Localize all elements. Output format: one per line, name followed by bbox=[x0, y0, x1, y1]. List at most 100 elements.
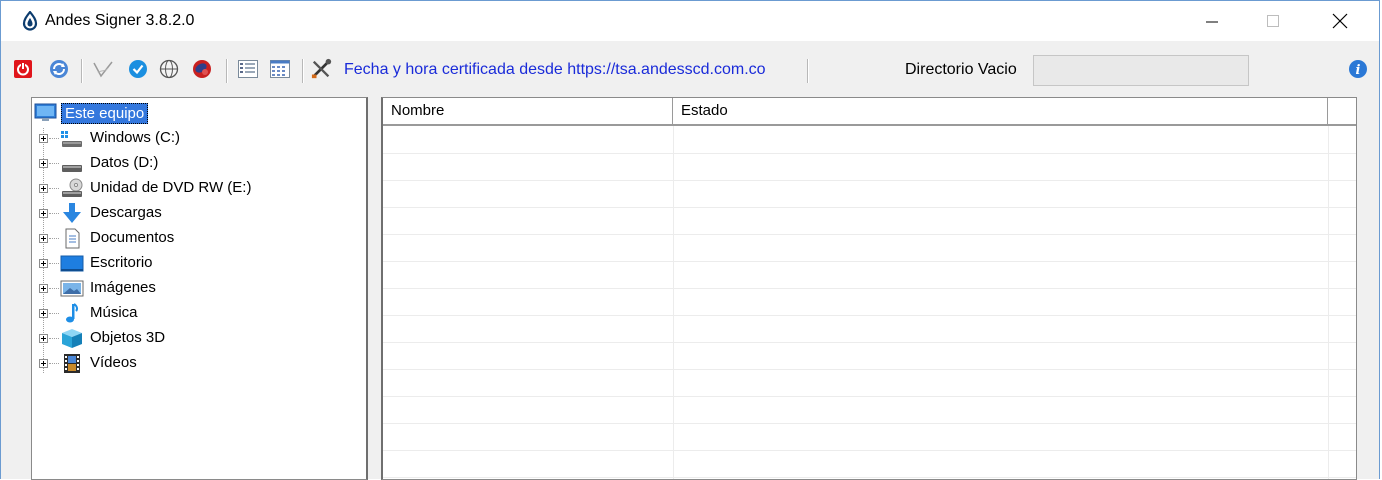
expand-icon[interactable] bbox=[39, 284, 48, 293]
drive-icon bbox=[62, 165, 82, 172]
tree-item-label: Descargas bbox=[90, 204, 162, 221]
music-note-icon bbox=[66, 303, 79, 323]
grid-row-line bbox=[383, 261, 1356, 262]
tree-connector bbox=[49, 338, 59, 339]
film-icon bbox=[64, 354, 80, 373]
tree-item-label: Imágenes bbox=[90, 279, 156, 296]
tsa-link[interactable]: Fecha y hora certificada desde https://t… bbox=[344, 61, 766, 79]
svg-text:i: i bbox=[1356, 63, 1361, 78]
computer-icon bbox=[34, 103, 57, 121]
directory-field[interactable] bbox=[1033, 55, 1249, 86]
grid-row-line bbox=[383, 153, 1356, 154]
folder-tree[interactable]: Este equipo Windows (C:) Datos (D:) Unid… bbox=[31, 97, 368, 480]
andes-logo-icon bbox=[22, 11, 38, 31]
tree-item-musica[interactable]: Música bbox=[32, 301, 362, 326]
tree-item-dvd-e[interactable]: Unidad de DVD RW (E:) bbox=[32, 176, 362, 201]
tree-connector bbox=[49, 313, 59, 314]
toolbar-separator bbox=[81, 59, 83, 83]
power-icon[interactable] bbox=[12, 58, 34, 80]
tree-item-label: Escritorio bbox=[90, 254, 153, 271]
document-icon bbox=[65, 228, 80, 249]
file-list[interactable]: Nombre Estado bbox=[381, 97, 1357, 480]
minimize-icon bbox=[1206, 21, 1218, 23]
maximize-icon bbox=[1267, 15, 1279, 27]
grid-row-line bbox=[383, 315, 1356, 316]
expand-icon[interactable] bbox=[39, 259, 48, 268]
sign-check-icon[interactable] bbox=[92, 58, 114, 80]
maximize-button[interactable] bbox=[1244, 1, 1302, 41]
expand-icon[interactable] bbox=[39, 234, 48, 243]
tree-item-descargas[interactable]: Descargas bbox=[32, 201, 362, 226]
grid-row-line bbox=[383, 369, 1356, 370]
expand-icon[interactable] bbox=[39, 134, 48, 143]
dvd-drive-icon bbox=[62, 178, 83, 197]
tree-item-label: Windows (C:) bbox=[90, 129, 181, 146]
close-icon bbox=[1332, 13, 1348, 29]
tree-item-objetos-3d[interactable]: Objetos 3D bbox=[32, 326, 362, 351]
expand-icon[interactable] bbox=[39, 184, 48, 193]
tree-connector bbox=[49, 188, 59, 189]
grid-view-icon[interactable] bbox=[269, 58, 291, 80]
tree-item-windows-c[interactable]: Windows (C:) bbox=[32, 126, 362, 151]
tree-connector bbox=[49, 138, 59, 139]
tree-item-videos[interactable]: Vídeos bbox=[32, 351, 362, 376]
grid-row-line bbox=[383, 207, 1356, 208]
cube-3d-icon bbox=[62, 329, 82, 348]
column-header-estado[interactable]: Estado bbox=[673, 98, 1328, 124]
toolbar: Fecha y hora certificada desde https://t… bbox=[1, 41, 1379, 93]
grid-row-line bbox=[383, 234, 1356, 235]
tree-connector bbox=[49, 238, 59, 239]
verify-icon[interactable] bbox=[127, 58, 149, 80]
tree-item-escritorio[interactable]: Escritorio bbox=[32, 251, 362, 276]
toolbar-separator bbox=[302, 59, 304, 83]
tools-icon[interactable] bbox=[311, 58, 333, 80]
grid-row-line bbox=[383, 450, 1356, 451]
tree-item-documentos[interactable]: Documentos bbox=[32, 226, 362, 251]
tree-connector bbox=[49, 263, 59, 264]
list-header: Nombre Estado bbox=[383, 98, 1356, 126]
expand-icon[interactable] bbox=[39, 309, 48, 318]
close-button[interactable] bbox=[1311, 1, 1369, 41]
toolbar-separator bbox=[226, 59, 228, 83]
minimize-button[interactable] bbox=[1183, 1, 1241, 41]
tree-item-label: Vídeos bbox=[90, 354, 137, 371]
tree-connector bbox=[49, 363, 59, 364]
grid-column-line bbox=[673, 126, 674, 479]
tree-item-label: Objetos 3D bbox=[90, 329, 166, 346]
tree-item-label: Datos (D:) bbox=[90, 154, 159, 171]
stamp-icon[interactable] bbox=[191, 58, 213, 80]
column-header-nombre[interactable]: Nombre bbox=[383, 98, 673, 124]
grid-column-line bbox=[1328, 126, 1329, 479]
expand-icon[interactable] bbox=[39, 334, 48, 343]
globe-icon[interactable] bbox=[158, 58, 180, 80]
title-bar[interactable]: Andes Signer 3.8.2.0 bbox=[1, 1, 1379, 41]
grid-row-line bbox=[383, 396, 1356, 397]
tree-item-label: Música bbox=[90, 304, 138, 321]
toolbar-separator bbox=[807, 59, 809, 83]
refresh-icon[interactable] bbox=[48, 58, 70, 80]
download-arrow-icon bbox=[63, 203, 81, 223]
tree-connector bbox=[49, 213, 59, 214]
help-icon[interactable]: i bbox=[1347, 58, 1369, 80]
desktop-icon bbox=[60, 255, 84, 272]
grid-row-line bbox=[383, 180, 1356, 181]
list-view-icon[interactable] bbox=[237, 58, 259, 80]
grid-row-line bbox=[383, 423, 1356, 424]
tree-root-label: Este equipo bbox=[61, 103, 149, 124]
tree-connector bbox=[49, 163, 59, 164]
window-title: Andes Signer 3.8.2.0 bbox=[45, 12, 195, 29]
tree-connector bbox=[49, 288, 59, 289]
expand-icon[interactable] bbox=[39, 209, 48, 218]
pictures-icon bbox=[60, 280, 84, 297]
windows-drive-icon bbox=[61, 131, 82, 147]
expand-icon[interactable] bbox=[39, 359, 48, 368]
tree-item-imagenes[interactable]: Imágenes bbox=[32, 276, 362, 301]
tree-item-datos-d[interactable]: Datos (D:) bbox=[32, 151, 362, 176]
tree-item-label: Documentos bbox=[90, 229, 175, 246]
grid-row-line bbox=[383, 342, 1356, 343]
directory-label: Directorio Vacio bbox=[905, 61, 1017, 78]
expand-icon[interactable] bbox=[39, 159, 48, 168]
grid-row-line bbox=[383, 477, 1356, 478]
app-window: Andes Signer 3.8.2.0 Fecha y hora certif… bbox=[0, 0, 1380, 480]
grid-row-line bbox=[383, 288, 1356, 289]
